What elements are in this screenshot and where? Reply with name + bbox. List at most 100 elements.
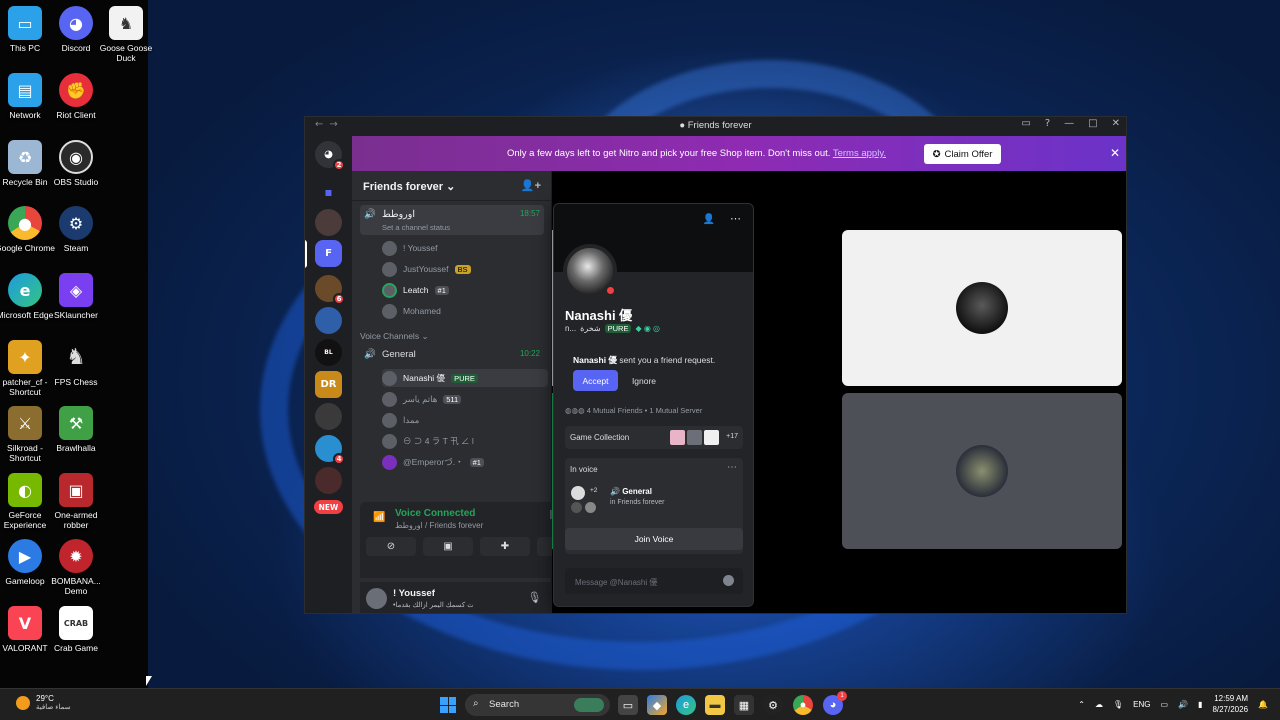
language-indicator[interactable]: ENG (1133, 700, 1150, 709)
server-icon-5[interactable]: 4 (315, 435, 345, 465)
game-collection-card[interactable]: Game Collection +17 (565, 426, 743, 449)
server-icon-friends-forever[interactable]: F (315, 240, 342, 267)
edge-icon[interactable]: e (676, 695, 696, 715)
volume-icon[interactable]: 🔊 (1178, 700, 1188, 709)
join-voice-button[interactable]: Join Voice (565, 528, 743, 550)
voice-user-name: ممدا (403, 414, 420, 425)
desktop-icon-obs-studio[interactable]: ◉ OBS Studio (46, 140, 106, 187)
microphone-icon[interactable]: 🎙 (1113, 700, 1123, 709)
channel-status[interactable]: Set a channel status (382, 223, 450, 232)
server-icon-1[interactable] (315, 209, 342, 236)
chrome-icon[interactable]: ● (793, 695, 813, 715)
mutual-info[interactable]: ◍◍◍ 4 Mutual Friends • 1 Mutual Server (565, 406, 702, 415)
invite-people-icon[interactable]: 👤+ (521, 179, 541, 192)
voice-user[interactable]: هاتم ياسر 511 (382, 390, 542, 408)
battery-icon[interactable]: ▮ (1198, 700, 1202, 709)
add-friend-icon[interactable]: 👤 (703, 214, 715, 225)
help-icon[interactable]: ? (1045, 118, 1050, 129)
desktop-icon-goose-goose-duck[interactable]: ♞ Goose Goose Duck (96, 6, 156, 63)
close-banner-icon[interactable]: ✕ (1110, 146, 1120, 160)
voice-user[interactable]: JustYoussef BS (382, 260, 542, 278)
copilot-icon[interactable]: ◆ (647, 695, 667, 715)
crab-game-icon: CRAB (59, 606, 93, 640)
bombana-icon: ✹ (59, 539, 93, 573)
voice-user[interactable]: ! Youssef (382, 239, 542, 257)
server-header[interactable]: Friends forever ⌄ 👤+ (352, 171, 551, 201)
accept-button[interactable]: Accept (573, 370, 618, 391)
desktop-icon-riot-client[interactable]: ✊ Riot Client (46, 73, 106, 120)
avatar[interactable] (366, 588, 387, 609)
voice-user[interactable]: Leatch #1 (382, 281, 542, 299)
desktop-icon-brawlhalla[interactable]: ⚒ Brawlhalla (46, 406, 106, 453)
close-button[interactable]: ✕ (1112, 118, 1120, 129)
steam-icon[interactable]: ⚙ (763, 695, 783, 715)
maximize-button[interactable]: □ (1088, 118, 1097, 129)
avatar (382, 412, 397, 428)
avatar (571, 502, 582, 513)
emoji-icon[interactable] (723, 575, 734, 586)
server-icon-4[interactable] (315, 403, 342, 430)
activities-button[interactable]: ✚ (480, 537, 530, 556)
video-tile-user-2[interactable] (842, 393, 1122, 549)
folder-icon[interactable]: ▪ (315, 178, 342, 205)
video-tile-user-1[interactable] (842, 230, 1122, 386)
voice-user[interactable]: ⊖ ⊃ 4 ラ T 卂 ∠ ǀ (382, 432, 542, 450)
terms-link[interactable]: Terms apply. (833, 148, 886, 159)
inbox-icon[interactable]: ▭ (1021, 118, 1030, 129)
camera-off-button[interactable]: ⊘ (366, 537, 416, 556)
desktop-icon-sklauncher[interactable]: ◈ SKlauncher (46, 273, 106, 320)
more-options-icon[interactable]: ⋯ (727, 462, 737, 473)
desktop-icon-one-armed-robber[interactable]: ▣ One-armed robber (46, 473, 106, 530)
desktop-icon-fps-chess[interactable]: ♞ FPS Chess (46, 340, 106, 388)
claim-offer-button[interactable]: ✪ Claim Offer (924, 144, 1001, 164)
signal-icon[interactable]: 📶 (373, 512, 385, 523)
message-input[interactable]: Message @Nanashi 優 (565, 568, 743, 594)
network-icon[interactable]: ▭ (1161, 700, 1169, 709)
minimize-button[interactable]: — (1064, 118, 1074, 129)
user-name[interactable]: ! Youssef (393, 588, 435, 599)
server-icon-2[interactable]: 6 (315, 275, 345, 305)
activities-icon: ✚ (500, 541, 510, 552)
cloud-icon[interactable]: ☁ (1095, 700, 1103, 709)
microsoft-store-icon[interactable]: ▦ (734, 695, 754, 715)
voice-connected-status[interactable]: Voice Connected (395, 508, 475, 519)
file-explorer-icon[interactable]: ▬ (705, 695, 725, 715)
start-button[interactable] (440, 697, 456, 713)
voice-user[interactable]: Mohamed (382, 302, 542, 320)
avatar (382, 370, 397, 386)
clock[interactable]: 12:59 AM 8/27/2026 (1212, 693, 1248, 715)
microphone-icon[interactable]: 🎙 (527, 591, 541, 604)
search-highlight-icon (574, 698, 604, 712)
notification-bell-icon[interactable]: 🔔 (1258, 700, 1268, 709)
voice-channels-category[interactable]: Voice Channels ⌄ (360, 331, 544, 342)
desktop-icon-bombana-demo[interactable]: ✹ BOMBANA... Demo (46, 539, 106, 596)
task-view-icon[interactable]: ▭ (618, 695, 638, 715)
server-icon-blacklist[interactable]: BL (315, 339, 342, 366)
camera-off-icon: ⊘ (386, 541, 396, 552)
stage-channel[interactable]: 🔊 اوروطط 18:57 Set a channel status (360, 205, 544, 235)
discord-badge: 1 (837, 691, 847, 701)
guild-tag: PURE (604, 324, 632, 333)
weather-widget[interactable]: 29°C سماء صافية (16, 694, 71, 711)
chevron-up-icon[interactable]: ⌃ (1078, 700, 1085, 709)
voice-user[interactable]: @Emperorづ.・ #1 (382, 453, 542, 471)
more-options-icon[interactable]: ⋯ (730, 212, 741, 225)
profile-username-row: n... شخرة PURE ◆ ◉ ◎ (565, 324, 660, 333)
desktop-icon-steam[interactable]: ⚙ Steam (46, 206, 106, 253)
home-button[interactable]: ◕ 2 (315, 141, 345, 171)
voice-user-selected[interactable]: Nanashi 優 PURE (382, 369, 548, 387)
voice-channel-general[interactable]: 🔊 General 10:22 (360, 349, 544, 365)
server-icon-3[interactable] (315, 307, 342, 334)
voice-user[interactable]: ممدا (382, 411, 542, 429)
chess-icon: ♞ (66, 344, 86, 370)
server-icon-6[interactable] (315, 467, 342, 494)
desktop-icon-crab-game[interactable]: CRAB Crab Game (46, 606, 106, 653)
taskbar-search[interactable]: ⌕ Search (465, 694, 610, 716)
weather-text: 29°C سماء صافية (36, 694, 71, 711)
screen-share-button[interactable]: ▣ (423, 537, 473, 556)
ignore-button[interactable]: Ignore (624, 370, 664, 391)
server-icon-dr[interactable]: DR (315, 371, 342, 398)
unread-badge: 2 (333, 159, 345, 171)
voice-user-name: @Emperorづ.・ (403, 457, 464, 467)
discord-taskbar-icon[interactable]: 1 ◕ (823, 691, 847, 715)
